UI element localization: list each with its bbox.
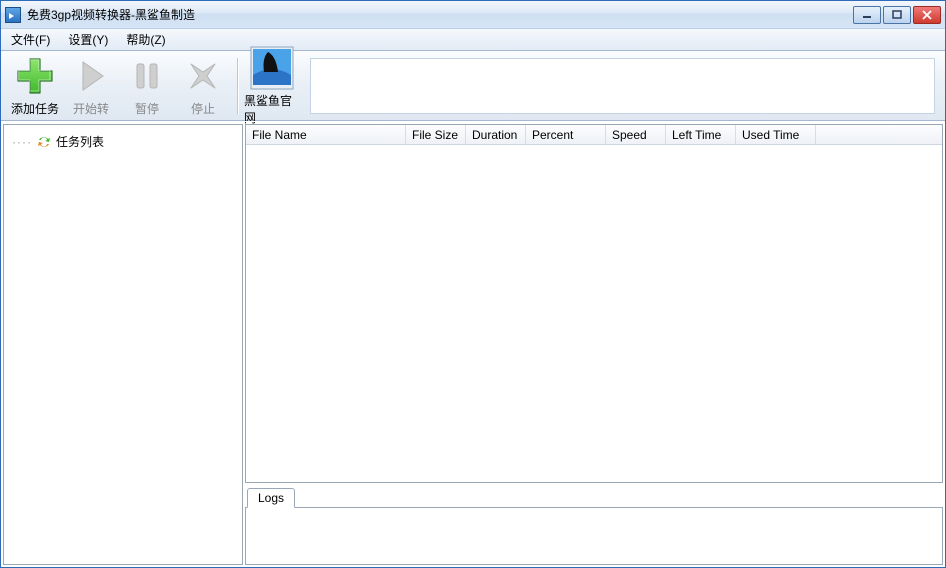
logs-content[interactable] xyxy=(245,507,943,565)
start-button[interactable]: 开始转 xyxy=(63,52,119,119)
window-title: 免费3gp视频转换器-黑鲨鱼制造 xyxy=(27,6,853,23)
maximize-icon xyxy=(892,10,902,20)
play-icon xyxy=(69,54,113,98)
pause-label: 暂停 xyxy=(135,100,159,117)
logs-area: Logs xyxy=(245,487,943,565)
right-pane: File Name File Size Duration Percent Spe… xyxy=(245,124,943,565)
sidebar: ···· 任务列表 xyxy=(3,124,243,565)
menubar: 文件(F) 设置(Y) 帮助(Z) xyxy=(1,29,945,51)
col-speed[interactable]: Speed xyxy=(606,125,666,144)
col-file-size[interactable]: File Size xyxy=(406,125,466,144)
menu-help[interactable]: 帮助(Z) xyxy=(120,29,171,50)
col-left-time[interactable]: Left Time xyxy=(666,125,736,144)
pause-button[interactable]: 暂停 xyxy=(119,52,175,119)
stop-button[interactable]: 停止 xyxy=(175,52,231,119)
maximize-button[interactable] xyxy=(883,6,911,24)
official-site-button[interactable]: 黑鲨鱼官网 xyxy=(244,44,300,128)
toolbar: 添加任务 开始转 暂停 xyxy=(1,51,945,121)
menu-settings[interactable]: 设置(Y) xyxy=(62,29,114,50)
close-icon xyxy=(922,10,932,20)
tree-label-task-list: 任务列表 xyxy=(56,133,104,150)
task-table: File Name File Size Duration Percent Spe… xyxy=(245,124,943,483)
tree-connector: ···· xyxy=(12,135,32,149)
refresh-icon xyxy=(36,135,52,149)
minimize-button[interactable] xyxy=(853,6,881,24)
titlebar: 免费3gp视频转换器-黑鲨鱼制造 xyxy=(1,1,945,29)
banner-area xyxy=(310,58,935,114)
col-percent[interactable]: Percent xyxy=(526,125,606,144)
table-body[interactable] xyxy=(246,145,942,482)
add-task-button[interactable]: 添加任务 xyxy=(7,52,63,119)
app-icon xyxy=(5,7,21,23)
col-file-name[interactable]: File Name xyxy=(246,125,406,144)
table-header: File Name File Size Duration Percent Spe… xyxy=(246,125,942,145)
stop-icon xyxy=(181,54,225,98)
close-button[interactable] xyxy=(913,6,941,24)
tree-row-task-list[interactable]: ···· 任务列表 xyxy=(8,131,238,152)
menu-file[interactable]: 文件(F) xyxy=(5,29,56,50)
stop-label: 停止 xyxy=(191,100,215,117)
add-task-label: 添加任务 xyxy=(11,100,59,117)
main-area: ···· 任务列表 File Name File Size Duration P… xyxy=(1,121,945,567)
logs-tab-row: Logs xyxy=(245,487,943,507)
logs-tab[interactable]: Logs xyxy=(247,488,295,508)
start-label: 开始转 xyxy=(73,100,109,117)
minimize-icon xyxy=(862,10,872,20)
pause-icon xyxy=(125,54,169,98)
window-controls xyxy=(853,6,941,24)
col-duration[interactable]: Duration xyxy=(466,125,526,144)
col-used-time[interactable]: Used Time xyxy=(736,125,816,144)
app-window: 免费3gp视频转换器-黑鲨鱼制造 文件(F) 设置(Y) 帮助(Z) xyxy=(0,0,946,568)
shark-icon xyxy=(250,46,294,90)
toolbar-separator xyxy=(237,58,238,114)
plus-icon xyxy=(13,54,57,98)
